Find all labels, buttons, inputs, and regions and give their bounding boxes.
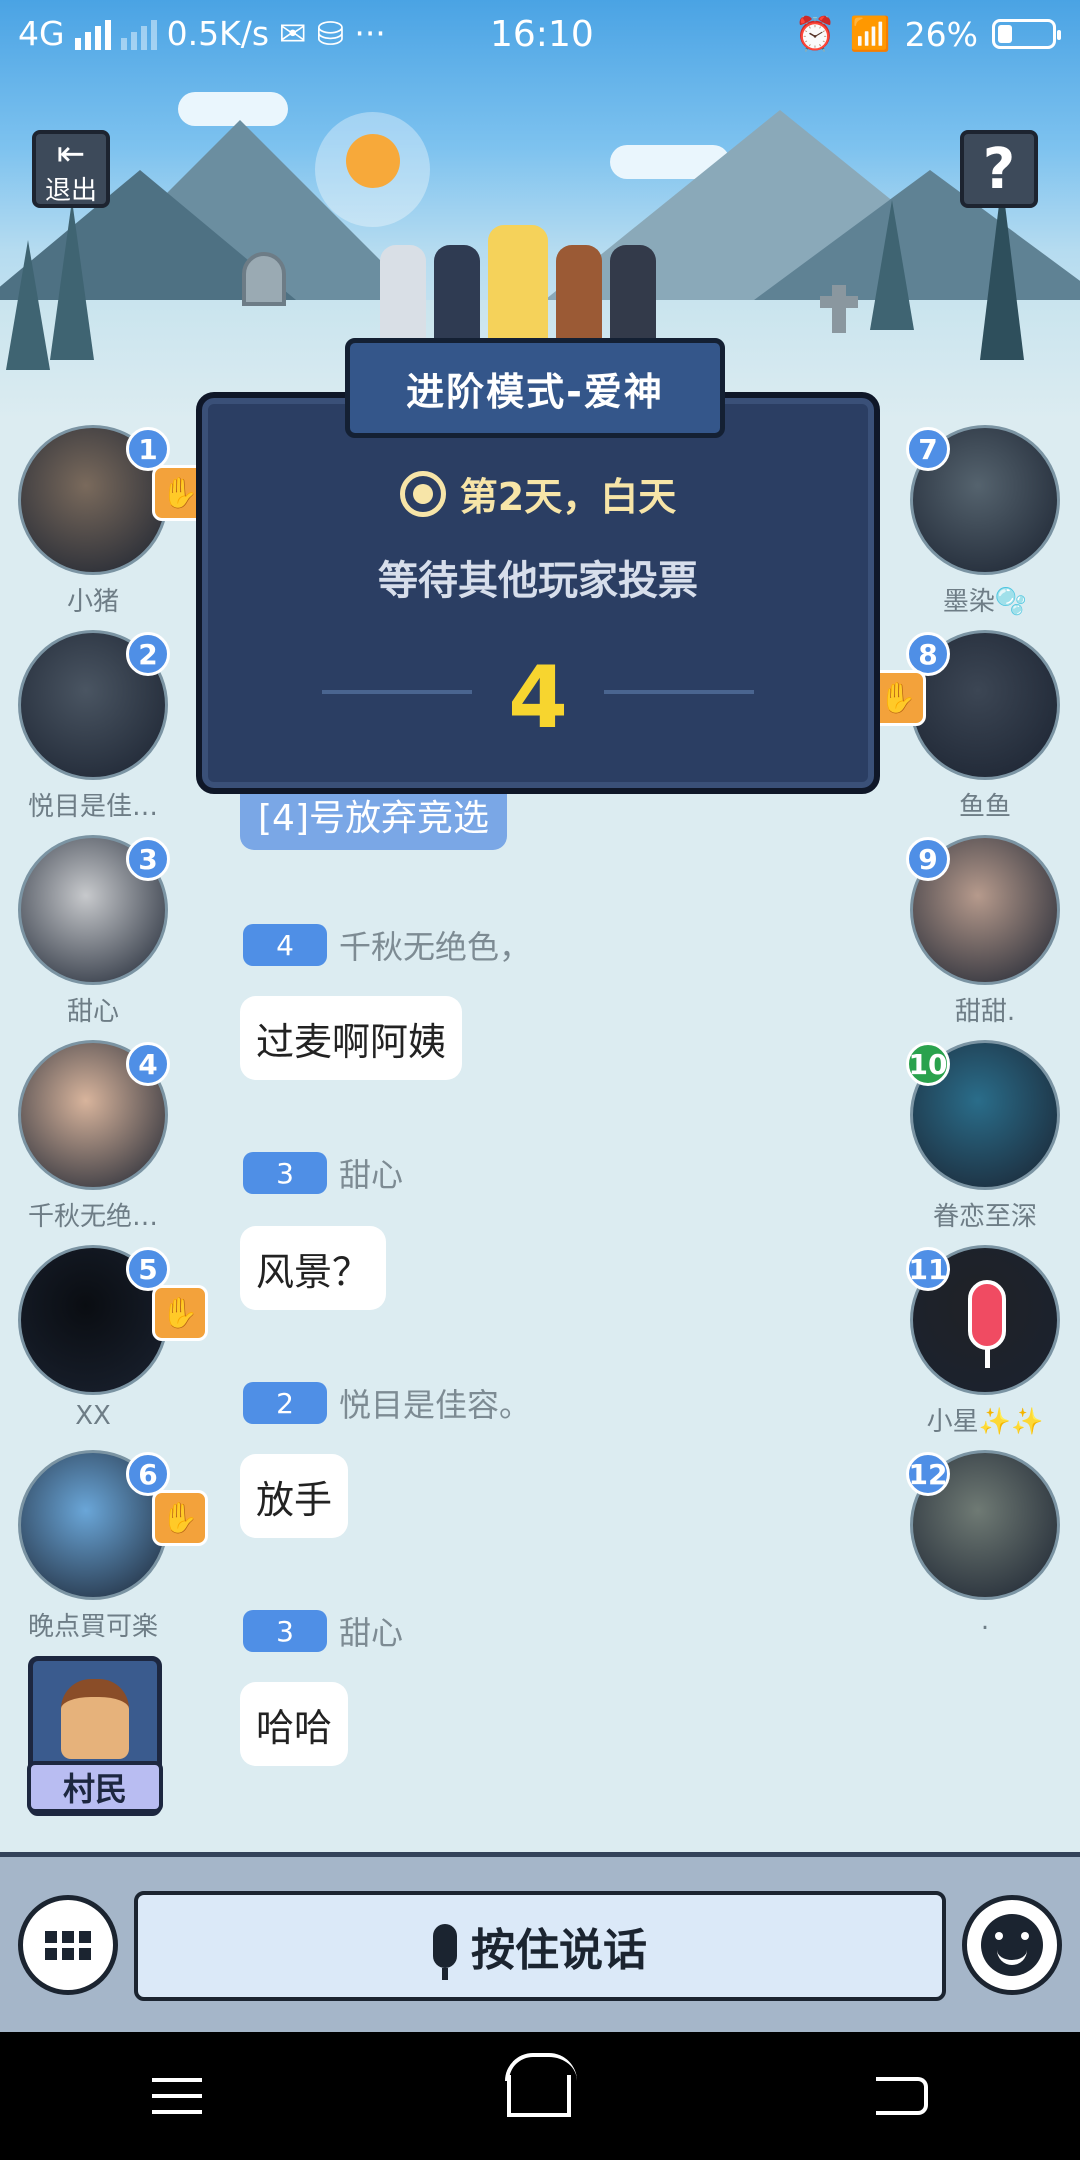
player-name: 墨染🫧: [942, 587, 1028, 617]
player-seat[interactable]: 1 ✋ 小猪: [18, 425, 208, 617]
character-lineup: [380, 225, 656, 345]
seat-number: 10: [906, 1042, 950, 1086]
player-seat[interactable]: 11 小星✨✨: [906, 1245, 1060, 1437]
elder-character-icon: [380, 245, 426, 345]
sender-name: 千秋无绝色，: [339, 928, 532, 966]
seat-badge: 3: [243, 1610, 327, 1652]
player-name: XX: [75, 1401, 111, 1431]
keyboard-icon: [45, 1930, 91, 1960]
signal-icon-2: [120, 18, 157, 50]
exit-icon: ⇤: [56, 133, 86, 174]
wolf-character-icon: [434, 245, 480, 345]
player-seat[interactable]: 10 眷恋至深: [906, 1040, 1060, 1232]
player-seat[interactable]: 3 甜心: [18, 835, 170, 1027]
seat-badge: 3: [243, 1152, 327, 1194]
message-header: 3 甜心: [243, 1150, 403, 1196]
sender-name: 甜心: [339, 1156, 404, 1194]
role-card[interactable]: 村民: [27, 1656, 163, 1816]
player-seat[interactable]: 7 墨染🫧: [906, 425, 1060, 617]
push-to-talk-button[interactable]: 按住说话: [134, 1891, 946, 2001]
wechat-icon: ✉: [279, 14, 307, 53]
chat-bubble[interactable]: 过麦啊阿姨: [240, 996, 463, 1080]
player-name: 甜心: [66, 997, 119, 1027]
more-notifications: ···: [354, 14, 386, 53]
cupid-character-icon: [488, 225, 548, 345]
message-header: 3 甜心: [243, 1608, 403, 1654]
mode-title: 进阶模式-爱神: [345, 338, 725, 438]
keyboard-button[interactable]: [18, 1895, 118, 1995]
player-name: 小猪: [66, 587, 119, 617]
help-button[interactable]: ?: [960, 130, 1038, 208]
player-seat[interactable]: 9 甜甜.: [906, 835, 1060, 1027]
push-to-talk-label: 按住说话: [471, 1925, 647, 1976]
player-name: 小星✨✨: [926, 1407, 1044, 1437]
seat-number: 7: [906, 427, 950, 471]
vote-status: 等待其他玩家投票: [378, 558, 698, 604]
countdown: 4: [508, 648, 568, 748]
player-name: 鱼鱼: [958, 792, 1011, 822]
chat-bubble[interactable]: 放手: [240, 1454, 349, 1538]
seat-number: 11: [906, 1247, 950, 1291]
seat-number: 3: [126, 837, 170, 881]
back-icon[interactable]: [875, 2077, 928, 2115]
chat-bubble[interactable]: 哈哈: [240, 1682, 349, 1766]
player-seat[interactable]: 4 千秋无绝…: [18, 1040, 170, 1232]
seat-badge: 4: [243, 924, 327, 966]
signal-icon: [74, 18, 111, 50]
message-header: 4 千秋无绝色，: [243, 922, 531, 968]
status-bar: 4G 0.5K/s ✉ ⛁ ··· 16:10 ⏰ 📶 26%: [0, 0, 1080, 72]
villager-icon: [61, 1679, 129, 1759]
player-name: 甜甜.: [954, 997, 1016, 1027]
day-indicator: 第2天，白天: [202, 466, 874, 521]
player-name: 千秋无绝…: [27, 1202, 158, 1232]
emoji-icon: [981, 1914, 1043, 1976]
seat-number: 9: [906, 837, 950, 881]
wifi-icon: 📶: [849, 14, 891, 53]
player-name: 眷恋至深: [932, 1202, 1037, 1232]
tombstone-icon: [242, 252, 286, 306]
system-nav-bar: [0, 2032, 1080, 2160]
player-seat[interactable]: 6 ✋ 晚点買可楽: [18, 1450, 208, 1642]
home-icon[interactable]: [506, 2075, 571, 2117]
network-type: 4G: [18, 14, 65, 53]
exit-label: 退出: [44, 175, 97, 206]
battery-percent: 26%: [904, 14, 978, 54]
chat-bubble[interactable]: 风景？: [240, 1226, 387, 1310]
seat-number: 12: [906, 1452, 950, 1496]
alarm-icon: ⏰: [794, 14, 836, 53]
day-label: 第2天，白天: [459, 475, 677, 519]
network-speed: 0.5K/s: [166, 14, 270, 53]
player-seat[interactable]: 8 ✋ 鱼鱼: [870, 630, 1060, 822]
seat-number: 4: [126, 1042, 170, 1086]
player-name: 晚点買可楽: [27, 1612, 158, 1642]
storage-icon: ⛁: [316, 14, 345, 53]
menu-icon[interactable]: [152, 2078, 203, 2114]
battery-icon: [992, 19, 1061, 49]
sun-icon: [399, 470, 446, 517]
exit-button[interactable]: ⇤ 退出: [32, 130, 110, 208]
witch-character-icon: [610, 245, 656, 345]
raised-hand-icon: ✋: [152, 1285, 208, 1341]
speaking-microphone-icon: [968, 1280, 1006, 1350]
hunter-character-icon: [556, 245, 602, 345]
microphone-icon: [433, 1924, 457, 1980]
message-header: 2 悦目是佳容。: [243, 1380, 531, 1426]
clock: 16:10: [490, 14, 594, 55]
emoji-button[interactable]: [962, 1895, 1062, 1995]
raised-hand-icon: ✋: [152, 1490, 208, 1546]
player-name: .: [980, 1606, 990, 1636]
sender-name: 甜心: [339, 1614, 404, 1652]
seat-number: 2: [126, 632, 170, 676]
player-seat[interactable]: 5 ✋ XX: [18, 1245, 208, 1435]
player-seat[interactable]: 12.: [906, 1450, 1060, 1640]
seat-badge: 2: [243, 1382, 327, 1424]
cross-icon: [832, 285, 846, 333]
sender-name: 悦目是佳容。: [339, 1386, 532, 1424]
player-name: 悦目是佳…: [27, 792, 158, 822]
role-label: 村民: [27, 1761, 163, 1813]
game-status-panel: 第2天，白天 等待其他玩家投票 4: [196, 392, 880, 794]
help-icon: ?: [982, 136, 1016, 202]
player-seat[interactable]: 2 悦目是佳…: [18, 630, 170, 822]
input-bar: 按住说话: [0, 1852, 1080, 2032]
